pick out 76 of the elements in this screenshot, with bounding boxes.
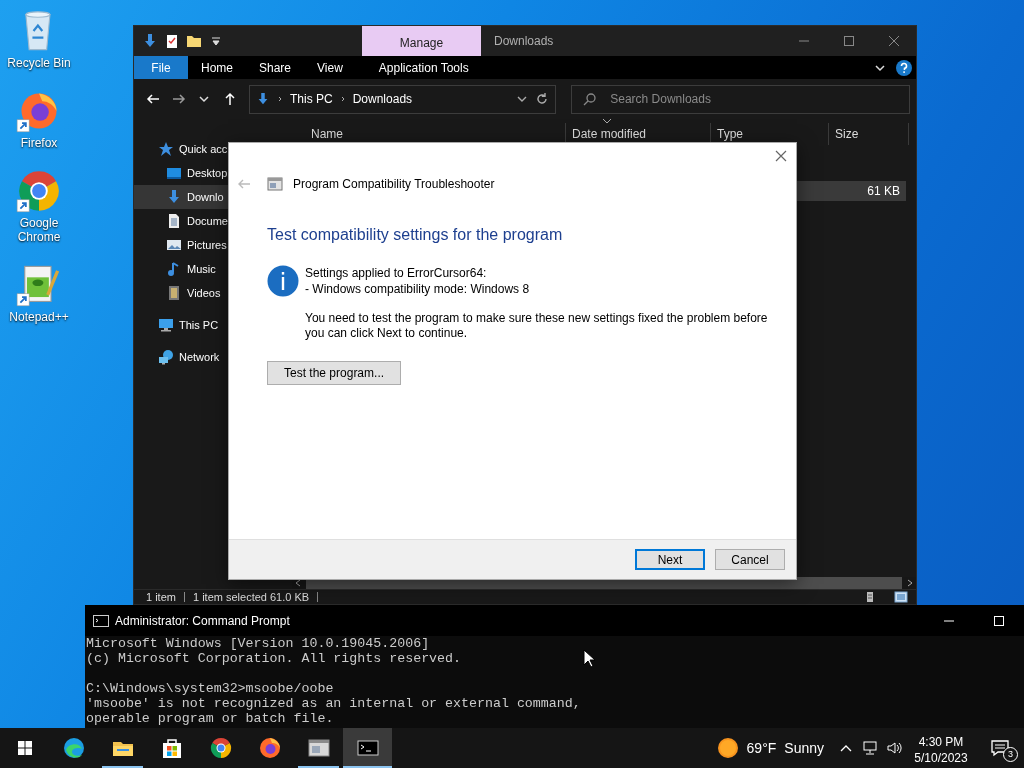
nav-item[interactable]: Music xyxy=(134,257,229,281)
console-line: operable program or batch file. xyxy=(86,711,334,726)
context-tab[interactable]: Manage xyxy=(362,26,481,56)
nav-item[interactable]: This PC xyxy=(134,313,229,337)
download-icon xyxy=(166,189,182,205)
download-icon[interactable] xyxy=(142,33,158,49)
dialog-title: Program Compatibility Troubleshooter xyxy=(293,176,495,193)
status-text: 1 item xyxy=(146,589,176,605)
program-window-icon xyxy=(306,736,331,760)
info-text: - Windows compatibility mode: Windows 8 xyxy=(305,281,531,297)
column-header[interactable]: Size xyxy=(829,123,909,145)
search-icon xyxy=(583,91,598,106)
window-title: Administrator: Command Prompt xyxy=(115,612,290,630)
properties-icon[interactable] xyxy=(164,33,180,49)
close-icon[interactable] xyxy=(774,149,788,163)
download-icon xyxy=(256,92,270,106)
notification-center-icon[interactable] xyxy=(990,738,1010,758)
volume-icon[interactable] xyxy=(886,740,902,756)
program-window-icon xyxy=(267,176,283,192)
nav-item[interactable]: Pictures xyxy=(134,233,229,257)
temperature-text[interactable]: 69°F xyxy=(746,737,777,759)
document-icon xyxy=(166,213,182,229)
test-program-button[interactable]: Test the program... xyxy=(267,361,402,385)
browser-icon xyxy=(208,736,233,760)
search-field[interactable]: Search Downloads xyxy=(571,84,910,114)
nav-item[interactable]: Network xyxy=(134,345,229,369)
browser-icon xyxy=(257,736,282,760)
weather-text[interactable]: Sunny xyxy=(784,737,824,759)
clock-date[interactable]: 5/10/2023 xyxy=(906,749,976,766)
nav-item[interactable]: Docume xyxy=(134,209,229,233)
taskbar-button[interactable] xyxy=(343,728,392,768)
ribbon-tab[interactable]: Home xyxy=(188,56,246,79)
notification-count: 3 xyxy=(1003,747,1018,762)
network-icon[interactable] xyxy=(862,740,878,756)
console-line: (c) Microsoft Corporation. All rights reserved. xyxy=(86,651,462,666)
nav-item[interactable]: Videos xyxy=(134,281,229,305)
refresh-icon[interactable] xyxy=(535,92,550,106)
sun-icon[interactable] xyxy=(716,737,739,759)
file-tab[interactable]: File xyxy=(134,56,188,79)
ribbon-tab[interactable]: Application Tools xyxy=(365,56,482,79)
desktop-folder-icon xyxy=(166,165,182,181)
thumbnail-view-icon[interactable] xyxy=(894,591,908,603)
breadcrumb[interactable]: This PC xyxy=(290,90,333,108)
nav-item[interactable]: Quick acc xyxy=(134,137,229,161)
folder-icon[interactable] xyxy=(186,33,202,49)
mouse-pointer-icon xyxy=(583,649,595,668)
help-icon[interactable] xyxy=(896,59,912,76)
ribbon-tab[interactable]: Share xyxy=(246,56,305,79)
breadcrumb[interactable]: Downloads xyxy=(352,90,413,108)
monitor-icon xyxy=(158,317,174,333)
network-icon xyxy=(158,349,174,365)
message-text: You need to test the program to make sure these new settings fixed the problem before you can click Next to continue. xyxy=(305,311,769,341)
nav-item[interactable]: Desktop xyxy=(134,161,229,185)
dialog-button[interactable]: Next xyxy=(635,549,705,570)
nav-item[interactable]: Downlo xyxy=(134,185,229,209)
status-text: 1 item selected 61.0 KB xyxy=(192,589,310,605)
film-icon xyxy=(166,285,182,301)
star-icon xyxy=(158,141,174,157)
ribbon-tab[interactable]: View xyxy=(304,56,356,79)
details-view-icon[interactable] xyxy=(864,591,876,603)
console-icon xyxy=(93,614,109,627)
console-line: C:\Windows\system32>msoobe/oobe xyxy=(86,681,334,696)
pictures-icon xyxy=(166,237,182,253)
address-bar[interactable]: This PC Downloads xyxy=(249,84,557,114)
sort-caret-icon xyxy=(602,118,612,124)
dialog-button[interactable]: Cancel xyxy=(715,549,785,570)
browser-icon xyxy=(61,736,86,760)
console-line: 'msoobe' is not recognized as an internal or external command, xyxy=(86,696,581,711)
console-line: Microsoft Windows [Version 10.0.19045.2006] xyxy=(86,636,430,651)
info-text: Settings applied to ErrorCursor64: xyxy=(305,265,488,281)
window-title: Downloads xyxy=(493,33,555,50)
dialog-heading: Test compatibility settings for the program xyxy=(267,225,564,245)
clock-time[interactable]: 4:30 PM xyxy=(906,733,976,750)
close-icon[interactable] xyxy=(887,35,900,47)
info-icon xyxy=(267,265,299,297)
chevron-icon xyxy=(276,95,284,103)
